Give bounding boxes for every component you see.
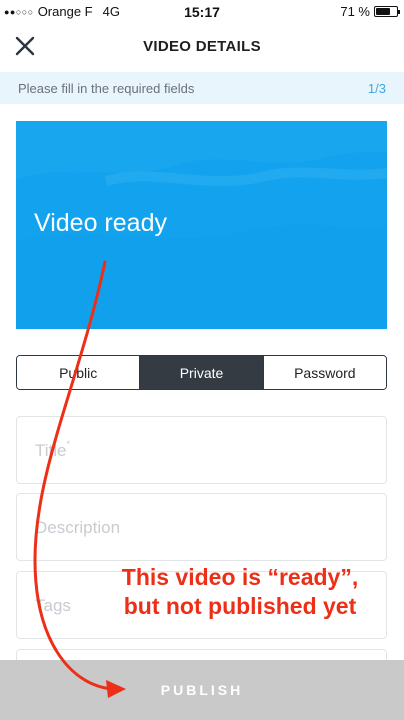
- banner-message: Please fill in the required fields: [18, 81, 195, 96]
- battery-icon: [374, 6, 400, 17]
- status-right: 71 %: [340, 4, 400, 19]
- page-title: VIDEO DETAILS: [143, 38, 261, 55]
- publish-label: PUBLISH: [160, 682, 244, 698]
- battery-fill: [376, 8, 391, 15]
- visibility-option-password[interactable]: Password: [262, 356, 386, 389]
- title-field[interactable]: Title*: [16, 416, 387, 484]
- publish-button[interactable]: PUBLISH: [0, 660, 404, 720]
- required-mark: *: [66, 439, 71, 449]
- visibility-option-private[interactable]: Private: [139, 356, 263, 389]
- visibility-selector: Public Private Password: [16, 355, 387, 390]
- description-placeholder: Description: [35, 518, 121, 537]
- annotation-line-1: This video is “ready”,: [121, 564, 359, 590]
- tags-placeholder: Tags: [35, 596, 71, 615]
- battery-percentage: 71 %: [340, 4, 370, 19]
- visibility-option-public[interactable]: Public: [17, 356, 140, 389]
- annotation-callout: This video is “ready”, but not published…: [90, 563, 390, 621]
- title-placeholder: Title*: [35, 439, 71, 461]
- step-indicator: 1/3: [367, 81, 386, 96]
- title-placeholder-text: Title: [35, 441, 67, 460]
- status-bar: ●●○○○ Orange F 4G 15:17 71 %: [0, 0, 404, 24]
- video-details-screen: ●●○○○ Orange F 4G 15:17 71 % VIDEO DETAI…: [0, 0, 404, 720]
- annotation-line-2: but not published yet: [123, 593, 357, 619]
- video-status-label: Video ready: [34, 209, 167, 237]
- video-preview[interactable]: Video ready: [16, 121, 387, 329]
- required-fields-banner: Please fill in the required fields 1/3: [0, 72, 404, 104]
- description-field[interactable]: Description: [16, 493, 387, 561]
- top-header: VIDEO DETAILS: [0, 24, 404, 70]
